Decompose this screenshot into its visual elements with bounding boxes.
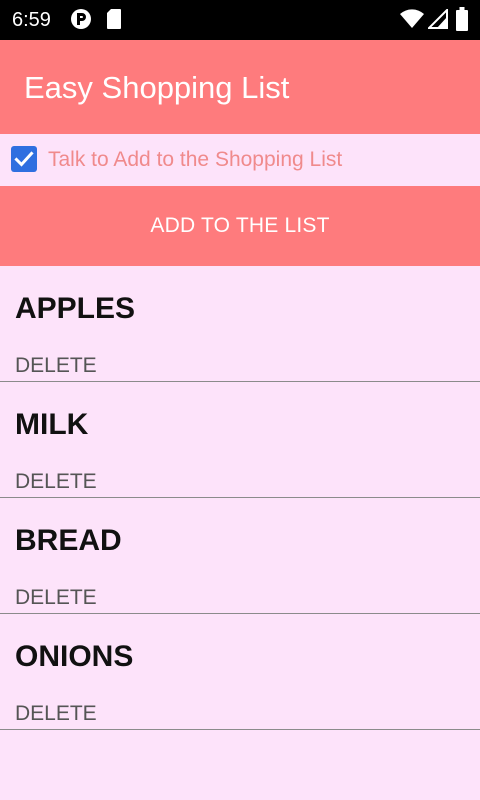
talk-checkbox[interactable] [11,146,37,172]
list-item: MILK DELETE [0,382,480,498]
delete-button[interactable]: DELETE [15,354,97,378]
status-bar: 6:59 [0,0,480,40]
item-name: ONIONS [15,640,134,673]
list-item: BREAD DELETE [0,498,480,614]
cell-signal-icon [428,9,448,29]
delete-button[interactable]: DELETE [15,586,97,610]
checkmark-icon [14,151,34,167]
status-time: 6:59 [12,9,51,31]
sd-card-icon [106,8,122,30]
delete-button[interactable]: DELETE [15,470,97,494]
item-name: APPLES [15,292,136,325]
talk-option-row[interactable]: Talk to Add to the Shopping List [0,134,480,186]
item-name: MILK [15,408,89,441]
talk-checkbox-label[interactable]: Talk to Add to the Shopping List [48,148,342,172]
list-item: ONIONS DELETE [0,614,480,730]
app-bar: Easy Shopping List [0,40,480,134]
add-to-list-button[interactable]: ADD TO THE LIST [0,186,480,266]
delete-button[interactable]: DELETE [15,702,97,726]
item-name: BREAD [15,524,122,557]
list-item: APPLES DELETE [0,266,480,382]
battery-icon [456,7,468,31]
notification-app-icon [70,8,92,30]
shopping-list: APPLES DELETE MILK DELETE BREAD DELETE O… [0,266,480,730]
wifi-icon [400,9,424,29]
app-title: Easy Shopping List [24,70,290,105]
